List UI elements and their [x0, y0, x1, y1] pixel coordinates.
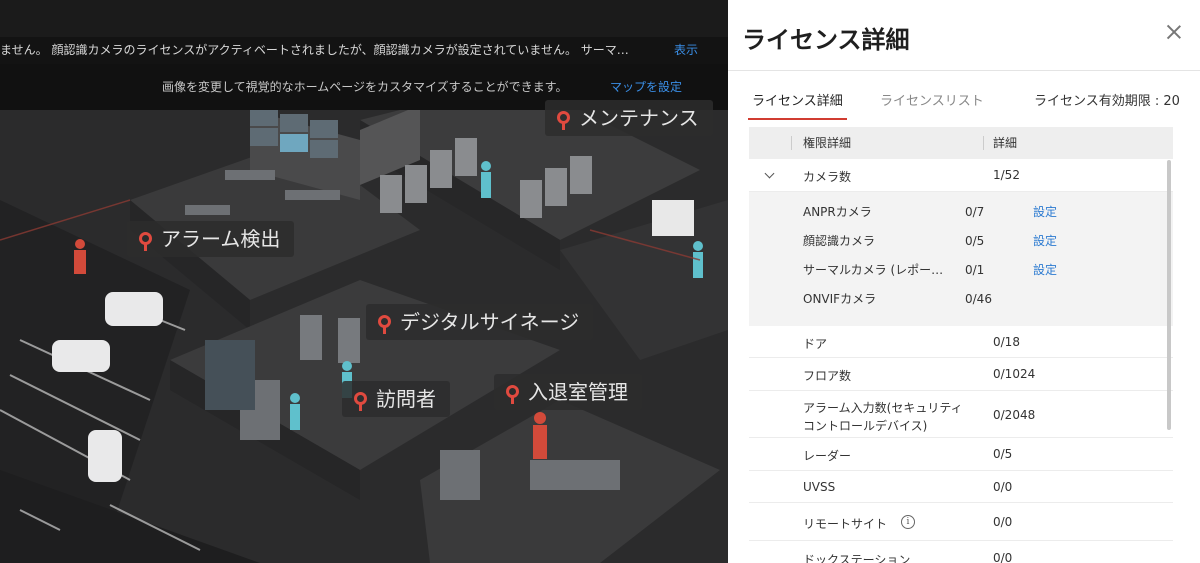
location-pin-icon: [139, 232, 152, 251]
set-face-camera-link[interactable]: 設定: [1033, 227, 1057, 256]
zone-label-digital-signage[interactable]: デジタルサイネージ: [366, 304, 594, 340]
tab-license-list[interactable]: ライセンスリスト: [880, 84, 984, 120]
row-value: 0/2048: [993, 408, 1036, 422]
table-row-remote-site: リモートサイト i 0/0: [749, 503, 1173, 541]
sub-row-label: 顔認識カメラ: [803, 234, 876, 248]
table-header: 権限詳細 詳細: [749, 127, 1173, 159]
location-pin-icon: [354, 392, 367, 411]
sub-row-face-camera: 顔認識カメラ 0/5 設定: [749, 227, 1173, 256]
row-value: 0/1024: [993, 367, 1036, 381]
sub-row-value: 0/5: [965, 234, 985, 248]
row-value: 0/18: [993, 335, 1020, 349]
sub-row-label: サーマルカメラ (レポー…: [803, 263, 944, 277]
row-label: ドックステーション: [803, 553, 911, 563]
table-row-radar: レーダー 0/5: [749, 438, 1173, 471]
panel-title: ライセンス詳細: [742, 26, 910, 54]
zone-label-text: デジタルサイネージ: [400, 310, 580, 334]
notice-view-link[interactable]: 表示: [674, 37, 698, 64]
header-separator: [983, 136, 984, 150]
info-icon[interactable]: i: [901, 515, 915, 529]
table-row-camera-count[interactable]: カメラ数 1/52: [749, 159, 1173, 192]
row-label-line1: アラーム入力数(セキュリティ: [803, 401, 963, 415]
sub-row-value: 0/7: [965, 205, 985, 219]
table-row-alarm-input: アラーム入力数(セキュリティ コントロールデバイス) 0/2048: [749, 391, 1173, 438]
tab-license-details[interactable]: ライセンス詳細: [748, 84, 847, 120]
zone-label-access-control[interactable]: 入退室管理: [494, 374, 642, 410]
header-separator: [791, 136, 792, 150]
row-label: UVSS: [803, 480, 836, 494]
sub-row-label: ANPRカメラ: [803, 205, 872, 219]
zone-label-text: 入退室管理: [528, 380, 628, 404]
table-row-uvss: UVSS 0/0: [749, 471, 1173, 503]
sub-row-onvif-camera: ONVIFカメラ 0/46: [749, 285, 1173, 314]
location-pin-icon: [557, 111, 570, 130]
panel-divider: [728, 70, 1200, 71]
zone-label-visitor[interactable]: 訪問者: [342, 381, 450, 417]
camera-sub-list: ANPRカメラ 0/7 設定 顔認識カメラ 0/5 設定 サーマルカメラ (レポ…: [749, 192, 1173, 326]
location-pin-icon: [506, 385, 519, 404]
header-detail: 詳細: [993, 136, 1018, 150]
zone-label-maintenance[interactable]: メンテナンス: [545, 100, 713, 136]
zone-label-alarm-detection[interactable]: アラーム検出: [127, 221, 295, 257]
zone-label-text: 訪問者: [376, 387, 436, 411]
row-label-line2: コントロールデバイス): [803, 419, 928, 433]
license-table: 権限詳細 詳細 カメラ数 1/52 ANPRカメラ 0/7 設定 顔認識カメラ …: [749, 127, 1173, 563]
set-anpr-link[interactable]: 設定: [1033, 198, 1057, 227]
location-pin-icon: [378, 315, 391, 334]
license-expiry-label: ライセンス有効期限 : 20: [1034, 94, 1180, 109]
chevron-down-icon[interactable]: [765, 171, 775, 181]
row-value: 0/0: [993, 515, 1013, 529]
row-label: フロア数: [803, 369, 852, 383]
sub-row-value: 0/46: [965, 292, 992, 306]
zone-label-text: アラーム検出: [161, 227, 281, 251]
row-label: リモートサイト: [803, 517, 888, 531]
table-row-floor: フロア数 0/1024: [749, 358, 1173, 391]
set-thermal-camera-link[interactable]: 設定: [1033, 256, 1057, 285]
license-notice-text: ません。 顔認識カメラのライセンスがアクティベートされましたが、顔認識カメラが設…: [0, 43, 629, 57]
row-value: 0/5: [993, 447, 1013, 461]
zone-label-text: メンテナンス: [579, 106, 699, 130]
sub-row-value: 0/1: [965, 263, 985, 277]
row-value: 0/0: [993, 480, 1013, 494]
sub-row-thermal-camera: サーマルカメラ (レポー… 0/1 設定: [749, 256, 1173, 285]
site-map-view[interactable]: ません。 顔認識カメラのライセンスがアクティベートされましたが、顔認識カメラが設…: [0, 0, 728, 563]
table-row-dock-station: ドックステーション 0/0: [749, 541, 1173, 563]
row-label: カメラ数: [803, 170, 852, 184]
sub-row-label: ONVIFカメラ: [803, 292, 877, 306]
close-icon[interactable]: [1164, 22, 1184, 42]
row-value: 0/0: [993, 551, 1013, 563]
table-row-door: ドア 0/18: [749, 326, 1173, 358]
header-permission: 権限詳細: [803, 136, 852, 150]
row-value: 1/52: [993, 168, 1020, 182]
row-label: レーダー: [803, 449, 852, 463]
sub-row-anpr-camera: ANPRカメラ 0/7 設定: [749, 198, 1173, 227]
panel-tabs: ライセンス詳細 ライセンスリスト ライセンス有効期限 : 20: [748, 84, 1200, 120]
customize-text: 画像を変更して視覚的なホームページをカスタマイズすることができます。: [162, 80, 568, 94]
scrollbar-thumb[interactable]: [1167, 160, 1171, 430]
license-detail-panel: ライセンス詳細 ライセンス詳細 ライセンスリスト ライセンス有効期限 : 20 …: [728, 0, 1200, 563]
license-notice-bar: ません。 顔認識カメラのライセンスがアクティベートされましたが、顔認識カメラが設…: [0, 37, 728, 64]
row-label: ドア: [803, 337, 828, 351]
